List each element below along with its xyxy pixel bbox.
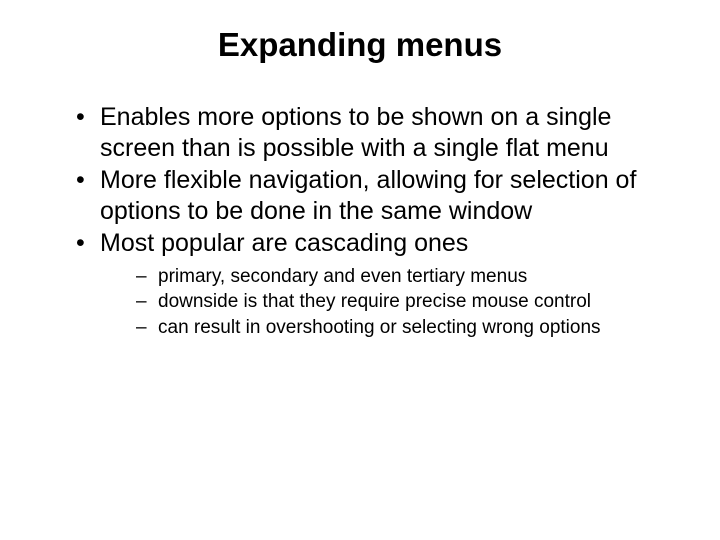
bullet-item-text: Most popular are cascading ones (100, 229, 468, 257)
bullet-item: Most popular are cascading ones primary,… (76, 228, 680, 341)
sub-bullet-item: downside is that they require precise mo… (136, 290, 680, 315)
sub-bullet-item: can result in overshooting or selecting … (136, 316, 680, 341)
bullet-item: Enables more options to be shown on a si… (76, 102, 680, 163)
bullet-item: More flexible navigation, allowing for s… (76, 165, 680, 226)
sub-bullet-item: primary, secondary and even tertiary men… (136, 265, 680, 290)
sub-bullet-list: primary, secondary and even tertiary men… (100, 265, 680, 341)
slide-title: Expanding menus (40, 26, 680, 64)
main-bullet-list: Enables more options to be shown on a si… (40, 102, 680, 341)
